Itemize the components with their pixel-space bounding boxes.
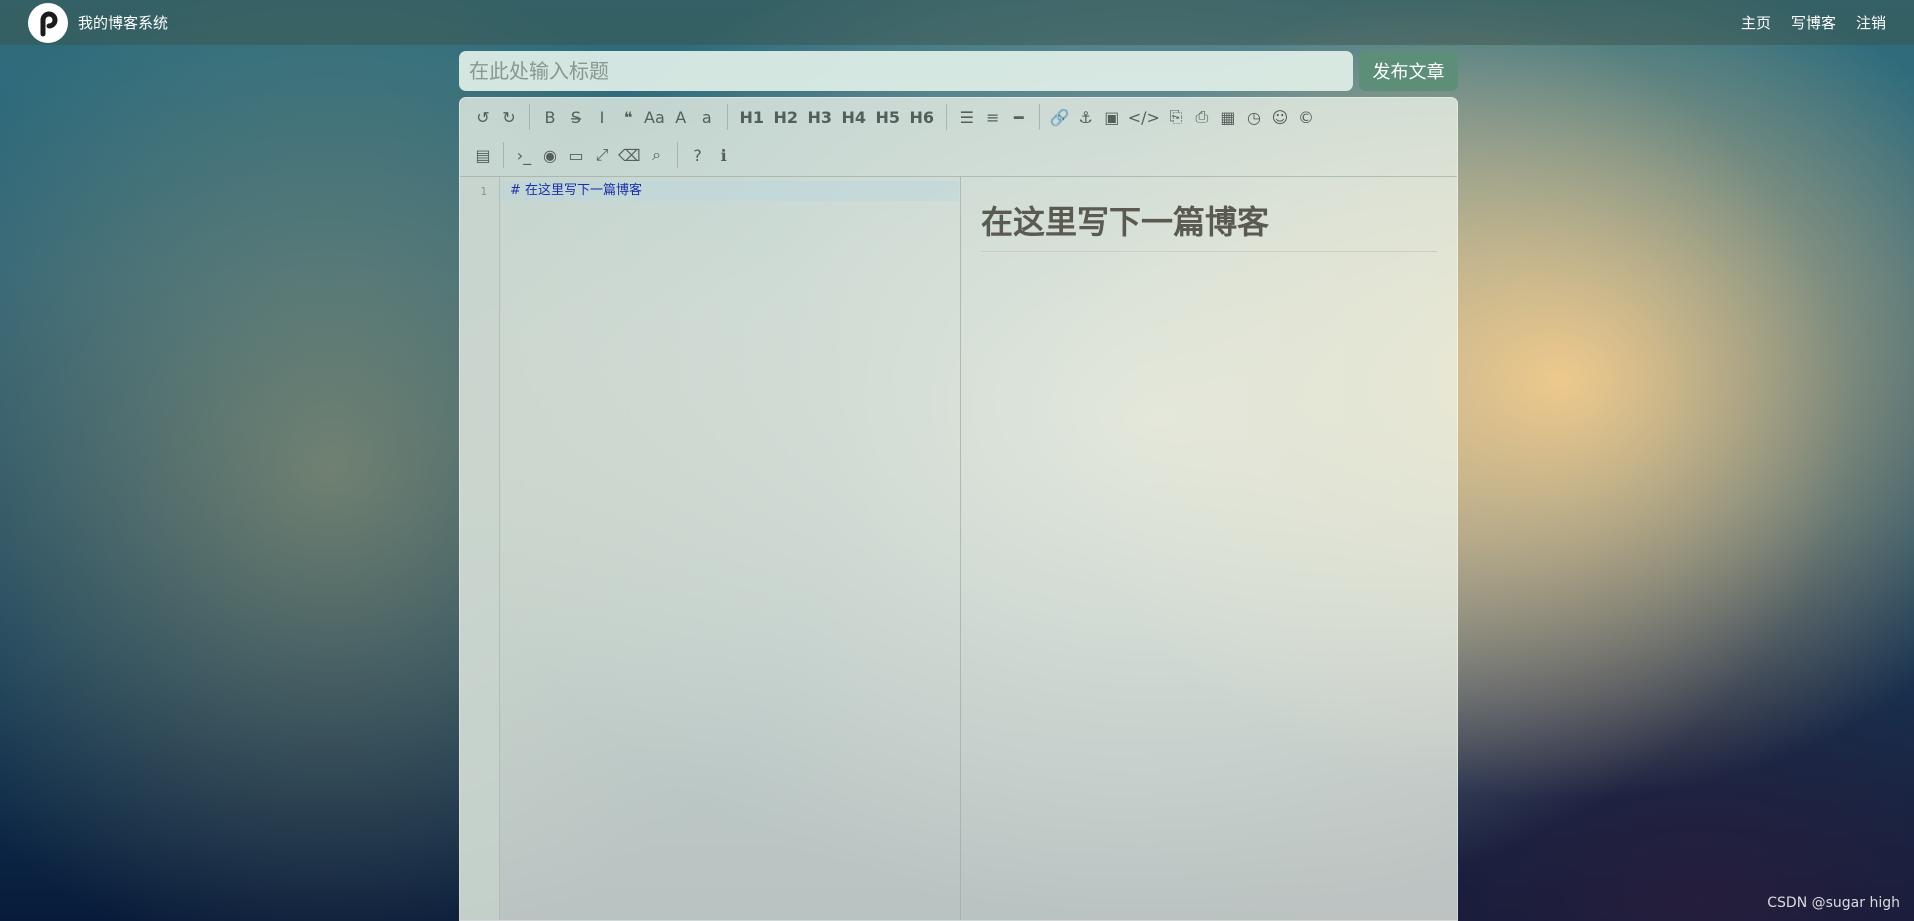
toolbar-separator [726,104,728,130]
anchor-icon[interactable]: ⚓ [1073,102,1099,132]
undo-icon[interactable]: ↺ [470,102,496,132]
code-line[interactable]: # 在这里写下一篇博客 [500,181,959,201]
horizontal-rule-icon[interactable]: ━ [1006,102,1032,132]
top-navbar: 我的博客系统 主页 写博客 注销 [0,0,1914,45]
toolbar-separator [945,104,947,130]
info-icon[interactable]: ℹ [711,140,737,170]
preview-heading: 在这里写下一篇博客 [981,197,1437,252]
code-block-icon[interactable]: ⎙ [1189,102,1215,132]
uppercase-icon[interactable]: Aa [641,102,668,132]
toolbar-separator [1038,104,1040,130]
watch-toggle-icon[interactable]: ›_ [511,140,537,170]
h4-button[interactable]: H4 [837,102,871,132]
h1-button[interactable]: H1 [735,102,769,132]
bold-icon[interactable]: B [537,102,563,132]
toolbar-separator [529,104,530,130]
toolbar-separator [676,142,678,168]
nav-write-blog-link[interactable]: 写博客 [1791,12,1836,33]
publish-button[interactable]: 发布文章 [1359,51,1458,91]
title-row: 发布文章 [459,51,1458,91]
brand-title: 我的博客系统 [78,14,169,32]
preview-pane: 在这里写下一篇博客 [961,177,1457,920]
h3-button[interactable]: H3 [803,102,837,132]
nav-links: 主页 写博客 注销 [1741,12,1886,33]
datetime-icon[interactable]: ◷ [1241,102,1267,132]
unwatch-icon[interactable]: ◉ [537,140,563,170]
h6-button[interactable]: H6 [905,102,939,132]
h5-button[interactable]: H5 [871,102,905,132]
watermark: CSDN @sugar high [1767,895,1900,911]
table-icon[interactable]: ▦ [1215,102,1241,132]
image-icon[interactable]: ▣ [1099,102,1125,132]
logo-icon[interactable] [28,2,68,43]
help-icon[interactable]: ? [685,140,711,170]
code-icon[interactable]: </> [1125,102,1163,132]
fullscreen-icon[interactable]: ⤢ [589,140,615,170]
ordered-list-icon[interactable]: ≡ [980,102,1006,132]
lowercase-icon[interactable]: a [694,102,720,132]
html-entities-icon[interactable]: © [1293,102,1319,132]
line-number: 1 [480,185,487,198]
preview-icon[interactable]: ▭ [563,140,589,170]
search-icon[interactable]: ⌕ [644,140,670,170]
markdown-editor: ↺ ↻ B S̶ I ❝ Aa Aa H1 H2 H3 H4 H5 H6 ☰ ≡ ━ 🔗 ⚓ ▣ </> ⎘ ⎙ ▦ ◷ ☺ © ▤… [459,97,1458,921]
preformatted-code-icon[interactable]: ⎘ [1163,102,1189,132]
toolbar-separator [503,142,504,168]
line-number-gutter: 1 [460,177,500,920]
title-input[interactable] [459,51,1353,91]
nav-home-link[interactable]: 主页 [1741,12,1771,33]
redo-icon[interactable]: ↻ [496,102,522,132]
editor-toolbar: ↺ ↻ B S̶ I ❝ Aa Aa H1 H2 H3 H4 H5 H6 ☰ ≡ ━ 🔗 ⚓ ▣ </> ⎘ ⎙ ▦ ◷ ☺ © ▤… [460,98,1457,177]
toolbar-row-2: ▤ ›_ ◉ ▭ ⤢ ⌫ ⌕? ℹ [470,136,737,174]
h2-button[interactable]: H2 [769,102,803,132]
quote-icon[interactable]: ❝ [615,102,641,132]
unordered-list-icon[interactable]: ☰ [954,102,980,132]
nav-logout-link[interactable]: 注销 [1856,12,1886,33]
goto-line-icon[interactable]: ▤ [470,140,496,170]
toolbar-row-1: ↺ ↻ B S̶ I ❝ Aa Aa H1 H2 H3 H4 H5 H6 ☰ ≡ ━ 🔗 ⚓ ▣ </> ⎘ ⎙ ▦ ◷ ☺ © [470,98,1319,136]
uppercase-first-icon[interactable]: A [668,102,694,132]
code-editor-pane[interactable]: # 在这里写下一篇博客 [500,177,960,920]
link-icon[interactable]: 🔗 [1047,102,1073,132]
strikethrough-icon[interactable]: S̶ [563,102,589,132]
italic-icon[interactable]: I [589,102,615,132]
clear-icon[interactable]: ⌫ [615,140,644,170]
emoji-icon[interactable]: ☺ [1267,102,1293,132]
